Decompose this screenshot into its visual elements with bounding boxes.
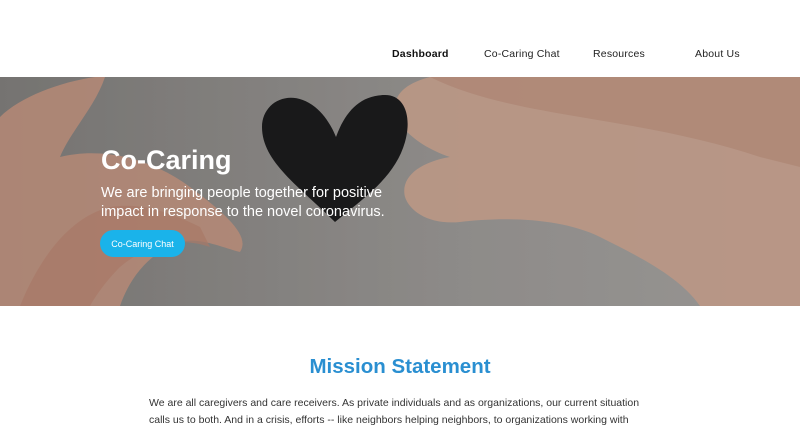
co-caring-chat-button[interactable]: Co-Caring Chat xyxy=(100,230,185,257)
nav-about-us[interactable]: About Us xyxy=(695,48,740,60)
hero-subtitle: We are bringing people together for posi… xyxy=(101,185,385,220)
hero-banner: Co-Caring We are bringing people togethe… xyxy=(0,77,800,306)
top-navbar: Dashboard Co-Caring Chat Resources About… xyxy=(0,0,800,77)
nav-co-caring-chat[interactable]: Co-Caring Chat xyxy=(484,48,560,60)
mission-title: Mission Statement xyxy=(309,355,491,378)
nav-resources[interactable]: Resources xyxy=(593,48,645,60)
mission-text: We are all caregivers and care receivers… xyxy=(149,397,640,426)
nav-dashboard[interactable]: Dashboard xyxy=(392,48,449,60)
hero-title: Co-Caring xyxy=(101,145,232,175)
